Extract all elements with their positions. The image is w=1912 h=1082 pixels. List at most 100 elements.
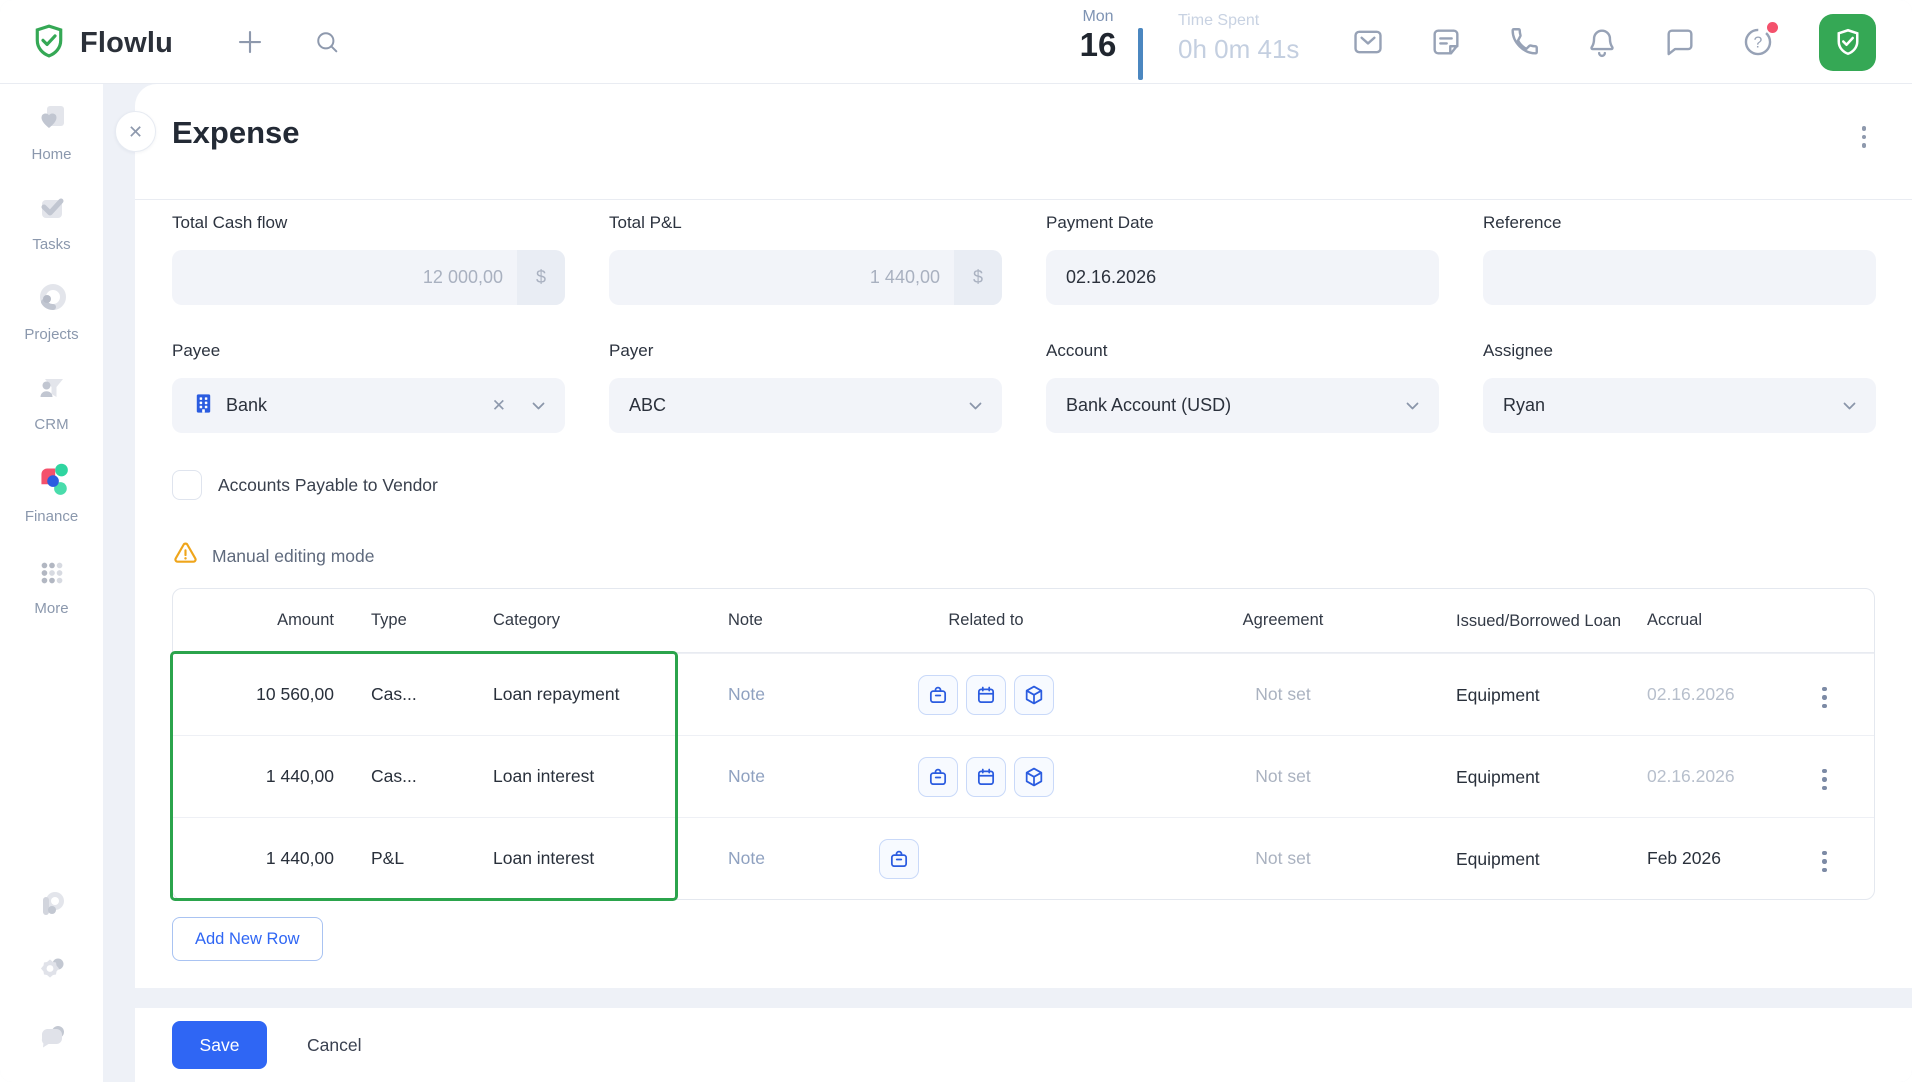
help-icon[interactable]: ? [1741, 25, 1775, 59]
cell-category[interactable]: Loan interest [493, 848, 728, 869]
cell-agreement[interactable]: Not set [1129, 684, 1437, 705]
close-icon[interactable]: ✕ [115, 111, 156, 152]
form-footer: Save Cancel [135, 1008, 1912, 1082]
col-header-note: Note [728, 611, 843, 630]
cell-note[interactable]: Note [728, 684, 843, 705]
field-label-payment-date: Payment Date [1046, 213, 1439, 233]
sidebar: Home Tasks Projects CRM Finance [0, 84, 103, 1082]
knowledge-icon[interactable] [0, 886, 103, 922]
notification-dot [1767, 22, 1778, 33]
page-title: Expense [172, 115, 300, 151]
sidebar-item-home[interactable]: Home [0, 84, 103, 174]
cell-agreement[interactable]: Not set [1129, 766, 1437, 787]
add-new-row-button[interactable]: Add New Row [172, 917, 323, 961]
warning-text: Manual editing mode [212, 546, 374, 567]
cell-type[interactable]: Cas... [336, 766, 493, 787]
search-icon[interactable] [310, 26, 344, 60]
payment-date-value: 02.16.2026 [1046, 267, 1439, 288]
row-menu-kebab-icon[interactable] [1816, 681, 1833, 715]
col-header-loan: Issued/Borrowed Loan [1437, 610, 1637, 632]
app-window: Flowlu Mon 16 Time Spent 0h 0m 41s [0, 0, 1912, 1082]
table-row: 10 560,00 Cas... Loan repayment Note Not… [173, 653, 1874, 735]
expense-panel: ✕ Expense Total Cash flow Total P&L Paym… [135, 84, 1912, 988]
cell-loan[interactable]: Equipment [1437, 766, 1637, 788]
time-spent-label: Time Spent [1178, 12, 1299, 30]
payer-select[interactable]: ABC [609, 378, 1002, 433]
total-pl-value: 1 440,00 [609, 267, 954, 288]
cell-category[interactable]: Loan repayment [493, 684, 728, 705]
sidebar-item-projects[interactable]: Projects [0, 264, 103, 354]
cell-amount[interactable]: 1 440,00 [173, 766, 336, 787]
payee-select[interactable]: Bank ✕ [172, 378, 565, 433]
cancel-button[interactable]: Cancel [307, 1035, 361, 1056]
sidebar-item-more[interactable]: More [0, 540, 103, 630]
expense-form: Total Cash flow Total P&L Payment Date R… [172, 213, 1877, 433]
field-label-total-pl: Total P&L [609, 213, 1002, 233]
flowlu-shield-icon [30, 22, 68, 65]
calendar-date[interactable]: Mon 16 [1062, 8, 1134, 64]
accounts-payable-checkbox[interactable] [172, 470, 202, 500]
feedback-chat-icon[interactable] [0, 1019, 103, 1055]
chat-icon[interactable] [1663, 25, 1697, 59]
currency-suffix: $ [517, 250, 565, 305]
panel-menu-kebab-icon[interactable] [1856, 120, 1873, 154]
cell-amount[interactable]: 10 560,00 [173, 684, 336, 705]
cell-type[interactable]: P&L [336, 848, 493, 869]
settings-gear-icon[interactable] [0, 952, 103, 988]
cube-icon[interactable] [1014, 757, 1054, 797]
chevron-down-icon [1406, 397, 1419, 415]
cell-related-to [843, 757, 1129, 797]
sidebar-item-crm[interactable]: CRM [0, 354, 103, 444]
cell-loan[interactable]: Equipment [1437, 684, 1637, 706]
cell-category[interactable]: Loan interest [493, 766, 728, 787]
cell-accrual[interactable]: 02.16.2026 [1637, 684, 1773, 705]
weekday-label: Mon [1062, 8, 1134, 26]
cell-loan[interactable]: Equipment [1437, 848, 1637, 870]
sidebar-item-finance[interactable]: Finance [0, 444, 103, 540]
phone-icon[interactable] [1507, 25, 1541, 59]
cell-accrual[interactable]: 02.16.2026 [1637, 766, 1773, 787]
payment-date-input[interactable]: 02.16.2026 [1046, 250, 1439, 305]
col-header-accrual: Accrual [1637, 611, 1773, 630]
sidebar-item-label: Projects [24, 326, 78, 343]
field-label-payee: Payee [172, 341, 565, 361]
notes-icon[interactable] [1429, 25, 1463, 59]
cell-note[interactable]: Note [728, 848, 843, 869]
row-menu-kebab-icon[interactable] [1816, 845, 1833, 879]
field-label-payer: Payer [609, 341, 1002, 361]
reference-input[interactable] [1483, 250, 1876, 305]
total-cash-flow-input: 12 000,00 $ [172, 250, 565, 305]
cell-type[interactable]: Cas... [336, 684, 493, 705]
cell-note[interactable]: Note [728, 766, 843, 787]
col-header-category: Category [493, 611, 728, 630]
accounts-payable-row: Accounts Payable to Vendor [172, 470, 438, 500]
add-plus-icon[interactable] [233, 26, 267, 60]
tasks-icon [34, 190, 70, 229]
assignee-value: Ryan [1503, 395, 1843, 416]
briefcase-icon[interactable] [918, 675, 958, 715]
briefcase-icon[interactable] [918, 757, 958, 797]
assignee-select[interactable]: Ryan [1483, 378, 1876, 433]
cell-amount[interactable]: 1 440,00 [173, 848, 336, 869]
cube-icon[interactable] [1014, 675, 1054, 715]
field-label-account: Account [1046, 341, 1439, 361]
account-select[interactable]: Bank Account (USD) [1046, 378, 1439, 433]
sidebar-item-tasks[interactable]: Tasks [0, 174, 103, 264]
clear-icon[interactable]: ✕ [492, 396, 506, 416]
cell-agreement[interactable]: Not set [1129, 848, 1437, 869]
time-spent[interactable]: Time Spent 0h 0m 41s [1178, 12, 1299, 65]
chevron-down-icon [1843, 397, 1856, 415]
brand-logo[interactable]: Flowlu [30, 22, 173, 65]
col-header-type: Type [336, 611, 493, 630]
calendar-icon[interactable] [966, 757, 1006, 797]
row-menu-kebab-icon[interactable] [1816, 763, 1833, 797]
account-shield-icon[interactable] [1819, 14, 1876, 71]
col-header-agreement: Agreement [1129, 611, 1437, 630]
mail-icon[interactable] [1351, 25, 1385, 59]
bell-icon[interactable] [1585, 25, 1619, 59]
panel-header: ✕ Expense [135, 84, 1912, 200]
calendar-icon[interactable] [966, 675, 1006, 715]
cell-accrual[interactable]: Feb 2026 [1637, 848, 1773, 869]
save-button[interactable]: Save [172, 1021, 267, 1069]
briefcase-icon[interactable] [879, 839, 919, 879]
